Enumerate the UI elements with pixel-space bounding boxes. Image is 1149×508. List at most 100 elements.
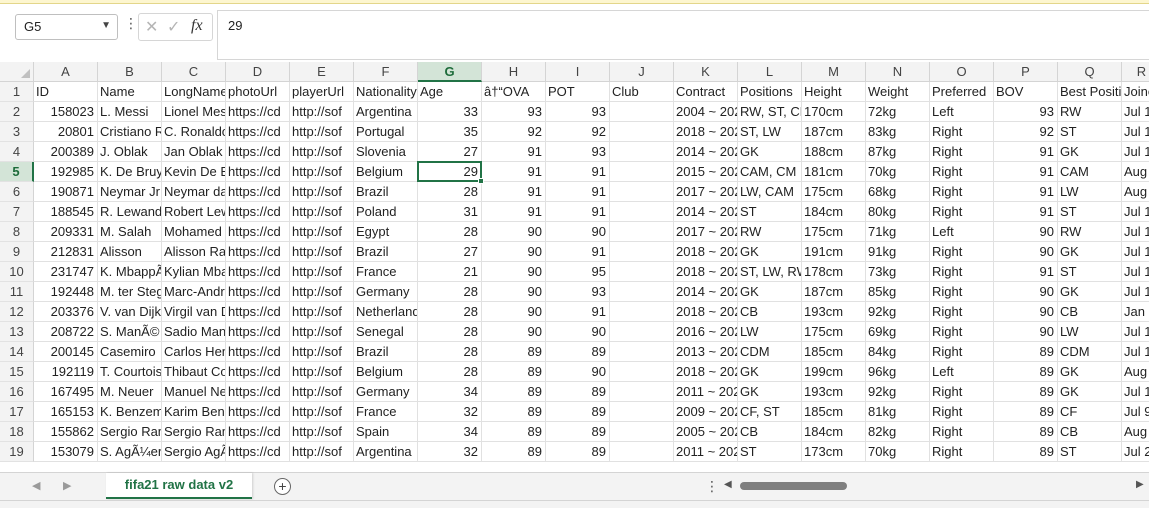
cell-g12[interactable]: 28 [418,302,482,322]
cell-p11[interactable]: 90 [994,282,1058,302]
cell-l8[interactable]: RW [738,222,802,242]
cell-a1[interactable]: ID [34,82,98,102]
cell-h14[interactable]: 89 [482,342,546,362]
cell-k14[interactable]: 2013 ~ 2023 [674,342,738,362]
cell-m19[interactable]: 173cm [802,442,866,462]
cell-c11[interactable]: Marc-Andre ter Stegen [162,282,226,302]
cell-b18[interactable]: Sergio Ramos [98,422,162,442]
cell-o8[interactable]: Left [930,222,994,242]
cell-i17[interactable]: 89 [546,402,610,422]
cell-h5[interactable]: 91 [482,162,546,182]
row-header-15[interactable]: 15 [0,362,34,382]
cell-j4[interactable] [610,142,674,162]
cell-c13[interactable]: Sadio Mane [162,322,226,342]
cell-d11[interactable]: https://cd [226,282,290,302]
cell-h2[interactable]: 93 [482,102,546,122]
cell-p6[interactable]: 91 [994,182,1058,202]
cell-r4[interactable]: Jul 1 [1122,142,1149,162]
column-header-a[interactable]: A [34,62,98,82]
cell-e18[interactable]: http://sof [290,422,354,442]
cell-b10[interactable]: K. MbappÃ© [98,262,162,282]
cell-m14[interactable]: 185cm [802,342,866,362]
cell-d2[interactable]: https://cd [226,102,290,122]
cell-n10[interactable]: 73kg [866,262,930,282]
cell-h9[interactable]: 90 [482,242,546,262]
cell-j15[interactable] [610,362,674,382]
cell-n12[interactable]: 92kg [866,302,930,322]
cell-k16[interactable]: 2011 ~ 2023 [674,382,738,402]
cell-l14[interactable]: CDM [738,342,802,362]
cell-g1[interactable]: Age [418,82,482,102]
row-header-8[interactable]: 8 [0,222,34,242]
scroll-left-icon[interactable]: ◀ [724,479,732,490]
cell-i9[interactable]: 91 [546,242,610,262]
cell-e17[interactable]: http://sof [290,402,354,422]
cell-n3[interactable]: 83kg [866,122,930,142]
cell-c18[interactable]: Sergio Ramos [162,422,226,442]
cell-a8[interactable]: 209331 [34,222,98,242]
cell-k13[interactable]: 2016 ~ 2023 [674,322,738,342]
cell-r8[interactable]: Jul 1 [1122,222,1149,242]
cell-h11[interactable]: 90 [482,282,546,302]
close-icon[interactable]: ✕ [145,17,158,37]
column-header-b[interactable]: B [98,62,162,82]
cell-j10[interactable] [610,262,674,282]
column-header-p[interactable]: P [994,62,1058,82]
row-header-5[interactable]: 5 [0,162,34,182]
cell-q19[interactable]: ST [1058,442,1122,462]
cell-p2[interactable]: 93 [994,102,1058,122]
cell-p12[interactable]: 90 [994,302,1058,322]
cell-a18[interactable]: 155862 [34,422,98,442]
cell-f14[interactable]: Brazil [354,342,418,362]
cell-a16[interactable]: 167495 [34,382,98,402]
cell-h6[interactable]: 91 [482,182,546,202]
column-header-m[interactable]: M [802,62,866,82]
cell-i1[interactable]: POT [546,82,610,102]
cell-o11[interactable]: Right [930,282,994,302]
cell-k4[interactable]: 2014 ~ 2023 [674,142,738,162]
cell-b19[interactable]: S. AgÃ¼ero [98,442,162,462]
cell-j2[interactable] [610,102,674,122]
cell-q13[interactable]: LW [1058,322,1122,342]
next-sheet-icon[interactable]: ▶ [63,479,71,492]
cell-a13[interactable]: 208722 [34,322,98,342]
select-all-button[interactable] [0,62,34,82]
cell-m16[interactable]: 193cm [802,382,866,402]
row-header-16[interactable]: 16 [0,382,34,402]
cell-b14[interactable]: Casemiro [98,342,162,362]
cell-k11[interactable]: 2014 ~ 2022 [674,282,738,302]
cell-n11[interactable]: 85kg [866,282,930,302]
cell-g9[interactable]: 27 [418,242,482,262]
cell-c9[interactable]: Alisson Ramses [162,242,226,262]
cell-n14[interactable]: 84kg [866,342,930,362]
cell-f19[interactable]: Argentina [354,442,418,462]
cell-j17[interactable] [610,402,674,422]
cell-r18[interactable]: Aug [1122,422,1149,442]
row-header-10[interactable]: 10 [0,262,34,282]
cell-h18[interactable]: 89 [482,422,546,442]
cell-b7[interactable]: R. Lewandowski [98,202,162,222]
cell-b5[interactable]: K. De Bruyne [98,162,162,182]
cell-q7[interactable]: ST [1058,202,1122,222]
name-box[interactable]: G5 ▼ [15,14,118,40]
cell-o3[interactable]: Right [930,122,994,142]
cell-a11[interactable]: 192448 [34,282,98,302]
cell-d17[interactable]: https://cd [226,402,290,422]
cell-p5[interactable]: 91 [994,162,1058,182]
cell-o12[interactable]: Right [930,302,994,322]
cell-a12[interactable]: 203376 [34,302,98,322]
column-header-c[interactable]: C [162,62,226,82]
cell-n2[interactable]: 72kg [866,102,930,122]
cell-g2[interactable]: 33 [418,102,482,122]
cell-n15[interactable]: 96kg [866,362,930,382]
cell-n17[interactable]: 81kg [866,402,930,422]
cell-h3[interactable]: 92 [482,122,546,142]
cell-q8[interactable]: RW [1058,222,1122,242]
cell-e5[interactable]: http://sof [290,162,354,182]
cell-k3[interactable]: 2018 ~ 2022 [674,122,738,142]
cell-a6[interactable]: 190871 [34,182,98,202]
cell-e6[interactable]: http://sof [290,182,354,202]
cell-r19[interactable]: Jul 2 [1122,442,1149,462]
cell-m9[interactable]: 191cm [802,242,866,262]
cell-e8[interactable]: http://sof [290,222,354,242]
